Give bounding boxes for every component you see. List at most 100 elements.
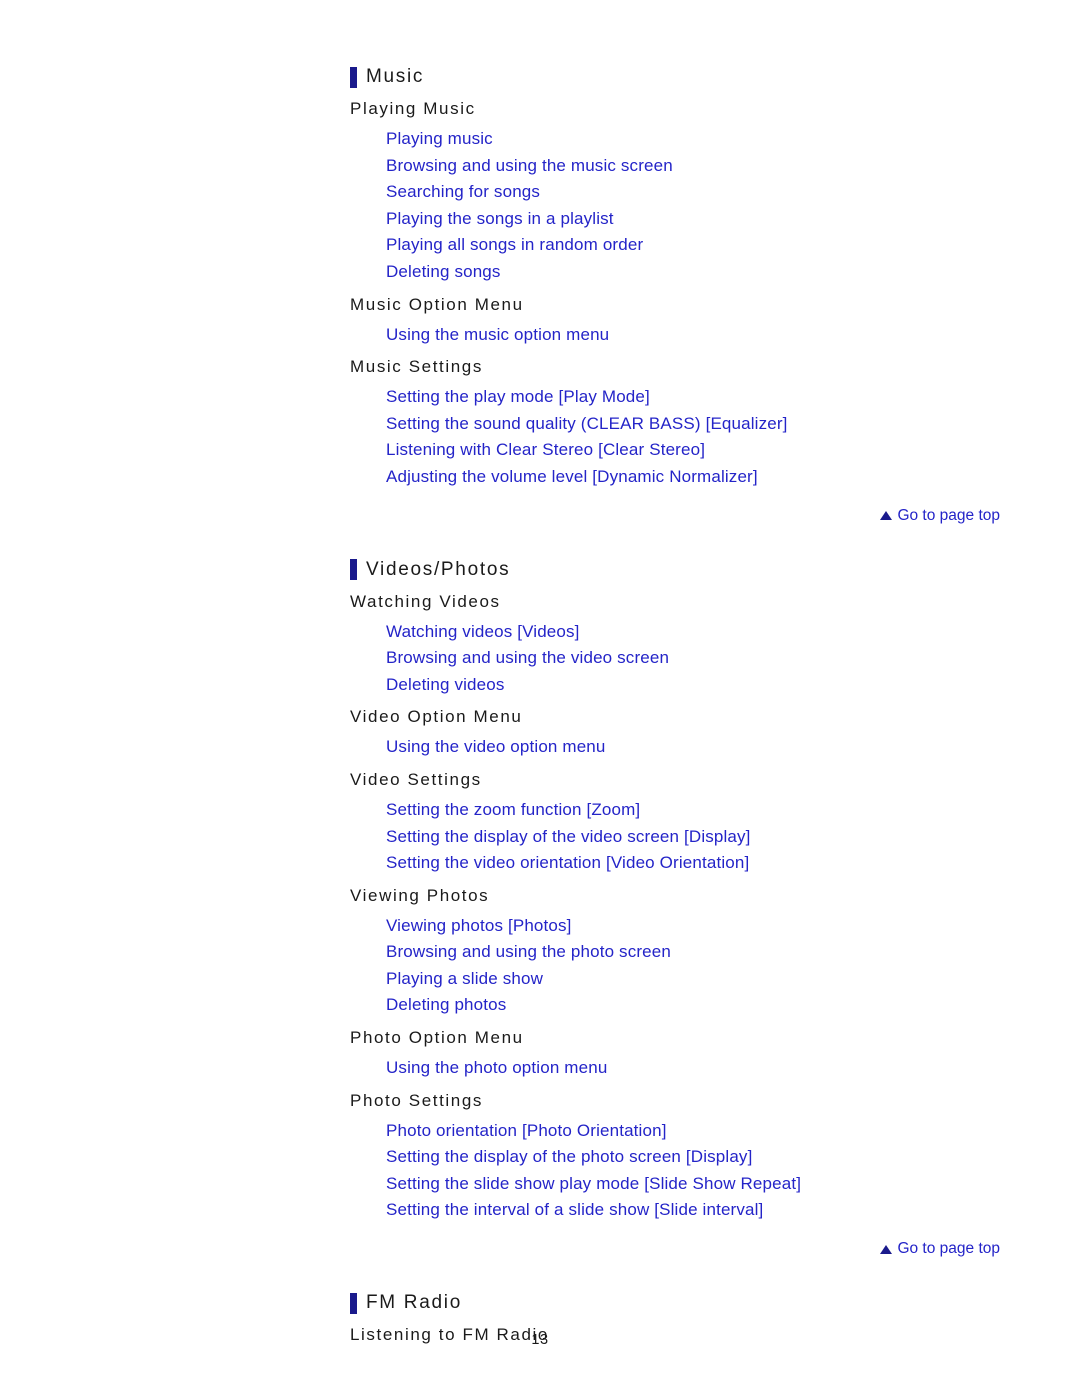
list-item: Setting the slide show play mode [Slide … [386, 1171, 1040, 1198]
toc-link[interactable]: Setting the display of the photo screen … [386, 1144, 752, 1171]
sub-heading: Video Settings [350, 769, 482, 789]
section-title: FM Radio [366, 1292, 462, 1314]
toc-link[interactable]: Playing music [386, 126, 493, 153]
triangle-up-icon [880, 1244, 893, 1254]
toc-link[interactable]: Setting the sound quality (CLEAR BASS) [… [386, 411, 788, 438]
list-item: Photo orientation [Photo Orientation] [386, 1118, 1040, 1145]
toc-link[interactable]: Browsing and using the photo screen [386, 939, 671, 966]
toc-link[interactable]: Watching videos [Videos] [386, 619, 580, 646]
toc-link[interactable]: Using the photo option menu [386, 1055, 607, 1082]
group-video-settings: Video Settings Setting the zoom function… [350, 769, 1040, 877]
vertical-bar-icon [350, 66, 357, 88]
toc-page: Music Playing Music Playing music Browsi… [0, 0, 1080, 1397]
go-to-page-top-label: Go to page top [897, 1240, 1000, 1258]
list-item: Setting the zoom function [Zoom] [386, 797, 1040, 824]
group-video-option-menu: Video Option Menu Using the video option… [350, 706, 1040, 761]
toc-link[interactable]: Setting the interval of a slide show [Sl… [386, 1197, 763, 1224]
list-item: Watching videos [Videos] [386, 619, 1040, 646]
toc-link[interactable]: Searching for songs [386, 179, 540, 206]
list-item: Setting the play mode [Play Mode] [386, 384, 1040, 411]
link-list: Setting the zoom function [Zoom] Setting… [350, 797, 1040, 877]
list-item: Using the video option menu [386, 734, 1040, 761]
toc-link[interactable]: Deleting songs [386, 259, 501, 286]
list-item: Playing all songs in random order [386, 232, 1040, 259]
toc-link[interactable]: Playing a slide show [386, 966, 543, 993]
list-item: Searching for songs [386, 179, 1040, 206]
sub-heading: Photo Settings [350, 1090, 483, 1110]
toc-link[interactable]: Using the video option menu [386, 734, 606, 761]
sub-heading: Music Settings [350, 357, 483, 377]
page-number: 13 [531, 1332, 549, 1348]
list-item: Setting the sound quality (CLEAR BASS) [… [386, 411, 1040, 438]
toc-link[interactable]: Using the music option menu [386, 322, 609, 349]
list-item: Setting the interval of a slide show [Sl… [386, 1197, 1040, 1224]
link-list: Playing music Browsing and using the mus… [350, 126, 1040, 286]
group-music-option-menu: Music Option Menu Using the music option… [350, 294, 1040, 349]
go-to-page-top-link[interactable]: Go to page top [880, 1240, 1000, 1258]
toc-link[interactable]: Adjusting the volume level [Dynamic Norm… [386, 464, 758, 491]
link-list: Watching videos [Videos] Browsing and us… [350, 619, 1040, 699]
sub-heading: Watching Videos [350, 591, 501, 611]
section-videos-photos: Videos/Photos Watching Videos Watching v… [350, 555, 1040, 1225]
toc-link[interactable]: Setting the play mode [Play Mode] [386, 384, 650, 411]
list-item: Deleting videos [386, 672, 1040, 699]
list-item: Playing a slide show [386, 966, 1040, 993]
list-item: Using the music option menu [386, 322, 1040, 349]
list-item: Browsing and using the video screen [386, 645, 1040, 672]
sub-heading: Playing Music [350, 99, 476, 118]
section-heading-music: Music [350, 62, 1040, 92]
link-list: Using the video option menu [350, 734, 1040, 761]
sub-heading: Video Option Menu [350, 707, 523, 727]
group-photo-option-menu: Photo Option Menu Using the photo option… [350, 1027, 1040, 1082]
list-item: Viewing photos [Photos] [386, 913, 1040, 940]
list-item: Browsing and using the music screen [386, 153, 1040, 180]
toc-link[interactable]: Setting the slide show play mode [Slide … [386, 1171, 801, 1198]
list-item: Deleting photos [386, 992, 1040, 1019]
toc-link[interactable]: Listening with Clear Stereo [Clear Stere… [386, 437, 705, 464]
group-playing-music: Playing Music Playing music Browsing and… [350, 98, 1040, 286]
group-viewing-photos: Viewing Photos Viewing photos [Photos] B… [350, 885, 1040, 1019]
go-to-page-top-row-1: Go to page top [350, 507, 1040, 525]
section-title: Videos/Photos [366, 558, 511, 580]
section-music: Music Playing Music Playing music Browsi… [350, 62, 1040, 491]
toc-link[interactable]: Deleting photos [386, 992, 506, 1019]
link-list: Photo orientation [Photo Orientation] Se… [350, 1118, 1040, 1224]
link-list: Using the photo option menu [350, 1055, 1040, 1082]
go-to-page-top-link[interactable]: Go to page top [880, 507, 1000, 525]
section-heading-fm-radio: FM Radio [350, 1288, 1040, 1318]
group-watching-videos: Watching Videos Watching videos [Videos]… [350, 591, 1040, 699]
list-item: Setting the video orientation [Video Ori… [386, 850, 1040, 877]
toc-link[interactable]: Playing the songs in a playlist [386, 206, 614, 233]
sub-heading: Music Option Menu [350, 294, 524, 314]
list-item: Listening with Clear Stereo [Clear Stere… [386, 437, 1040, 464]
toc-link[interactable]: Setting the video orientation [Video Ori… [386, 850, 749, 877]
list-item: Browsing and using the photo screen [386, 939, 1040, 966]
toc-link[interactable]: Playing all songs in random order [386, 232, 643, 259]
vertical-bar-icon [350, 559, 357, 581]
link-list: Setting the play mode [Play Mode] Settin… [350, 384, 1040, 490]
vertical-bar-icon [350, 1292, 357, 1314]
section-title: Music [366, 66, 425, 87]
sub-heading: Photo Option Menu [350, 1028, 524, 1048]
toc-link[interactable]: Browsing and using the music screen [386, 153, 673, 180]
group-photo-settings: Photo Settings Photo orientation [Photo … [350, 1090, 1040, 1224]
list-item: Adjusting the volume level [Dynamic Norm… [386, 464, 1040, 491]
toc-link[interactable]: Setting the zoom function [Zoom] [386, 797, 640, 824]
go-to-page-top-label: Go to page top [897, 506, 1000, 524]
toc-link[interactable]: Setting the display of the video screen … [386, 824, 751, 851]
toc-link[interactable]: Deleting videos [386, 672, 505, 699]
list-item: Deleting songs [386, 259, 1040, 286]
link-list: Using the music option menu [350, 322, 1040, 349]
link-list: Viewing photos [Photos] Browsing and usi… [350, 913, 1040, 1019]
list-item: Using the photo option menu [386, 1055, 1040, 1082]
list-item: Setting the display of the photo screen … [386, 1144, 1040, 1171]
section-heading-videos-photos: Videos/Photos [350, 555, 1040, 585]
toc-link[interactable]: Photo orientation [Photo Orientation] [386, 1118, 667, 1145]
triangle-up-icon [880, 511, 893, 521]
sub-heading: Viewing Photos [350, 885, 490, 905]
toc-link[interactable]: Browsing and using the video screen [386, 645, 669, 672]
toc-link[interactable]: Viewing photos [Photos] [386, 913, 572, 940]
go-to-page-top-row-2: Go to page top [350, 1240, 1040, 1258]
list-item: Setting the display of the video screen … [386, 824, 1040, 851]
list-item: Playing the songs in a playlist [386, 206, 1040, 233]
